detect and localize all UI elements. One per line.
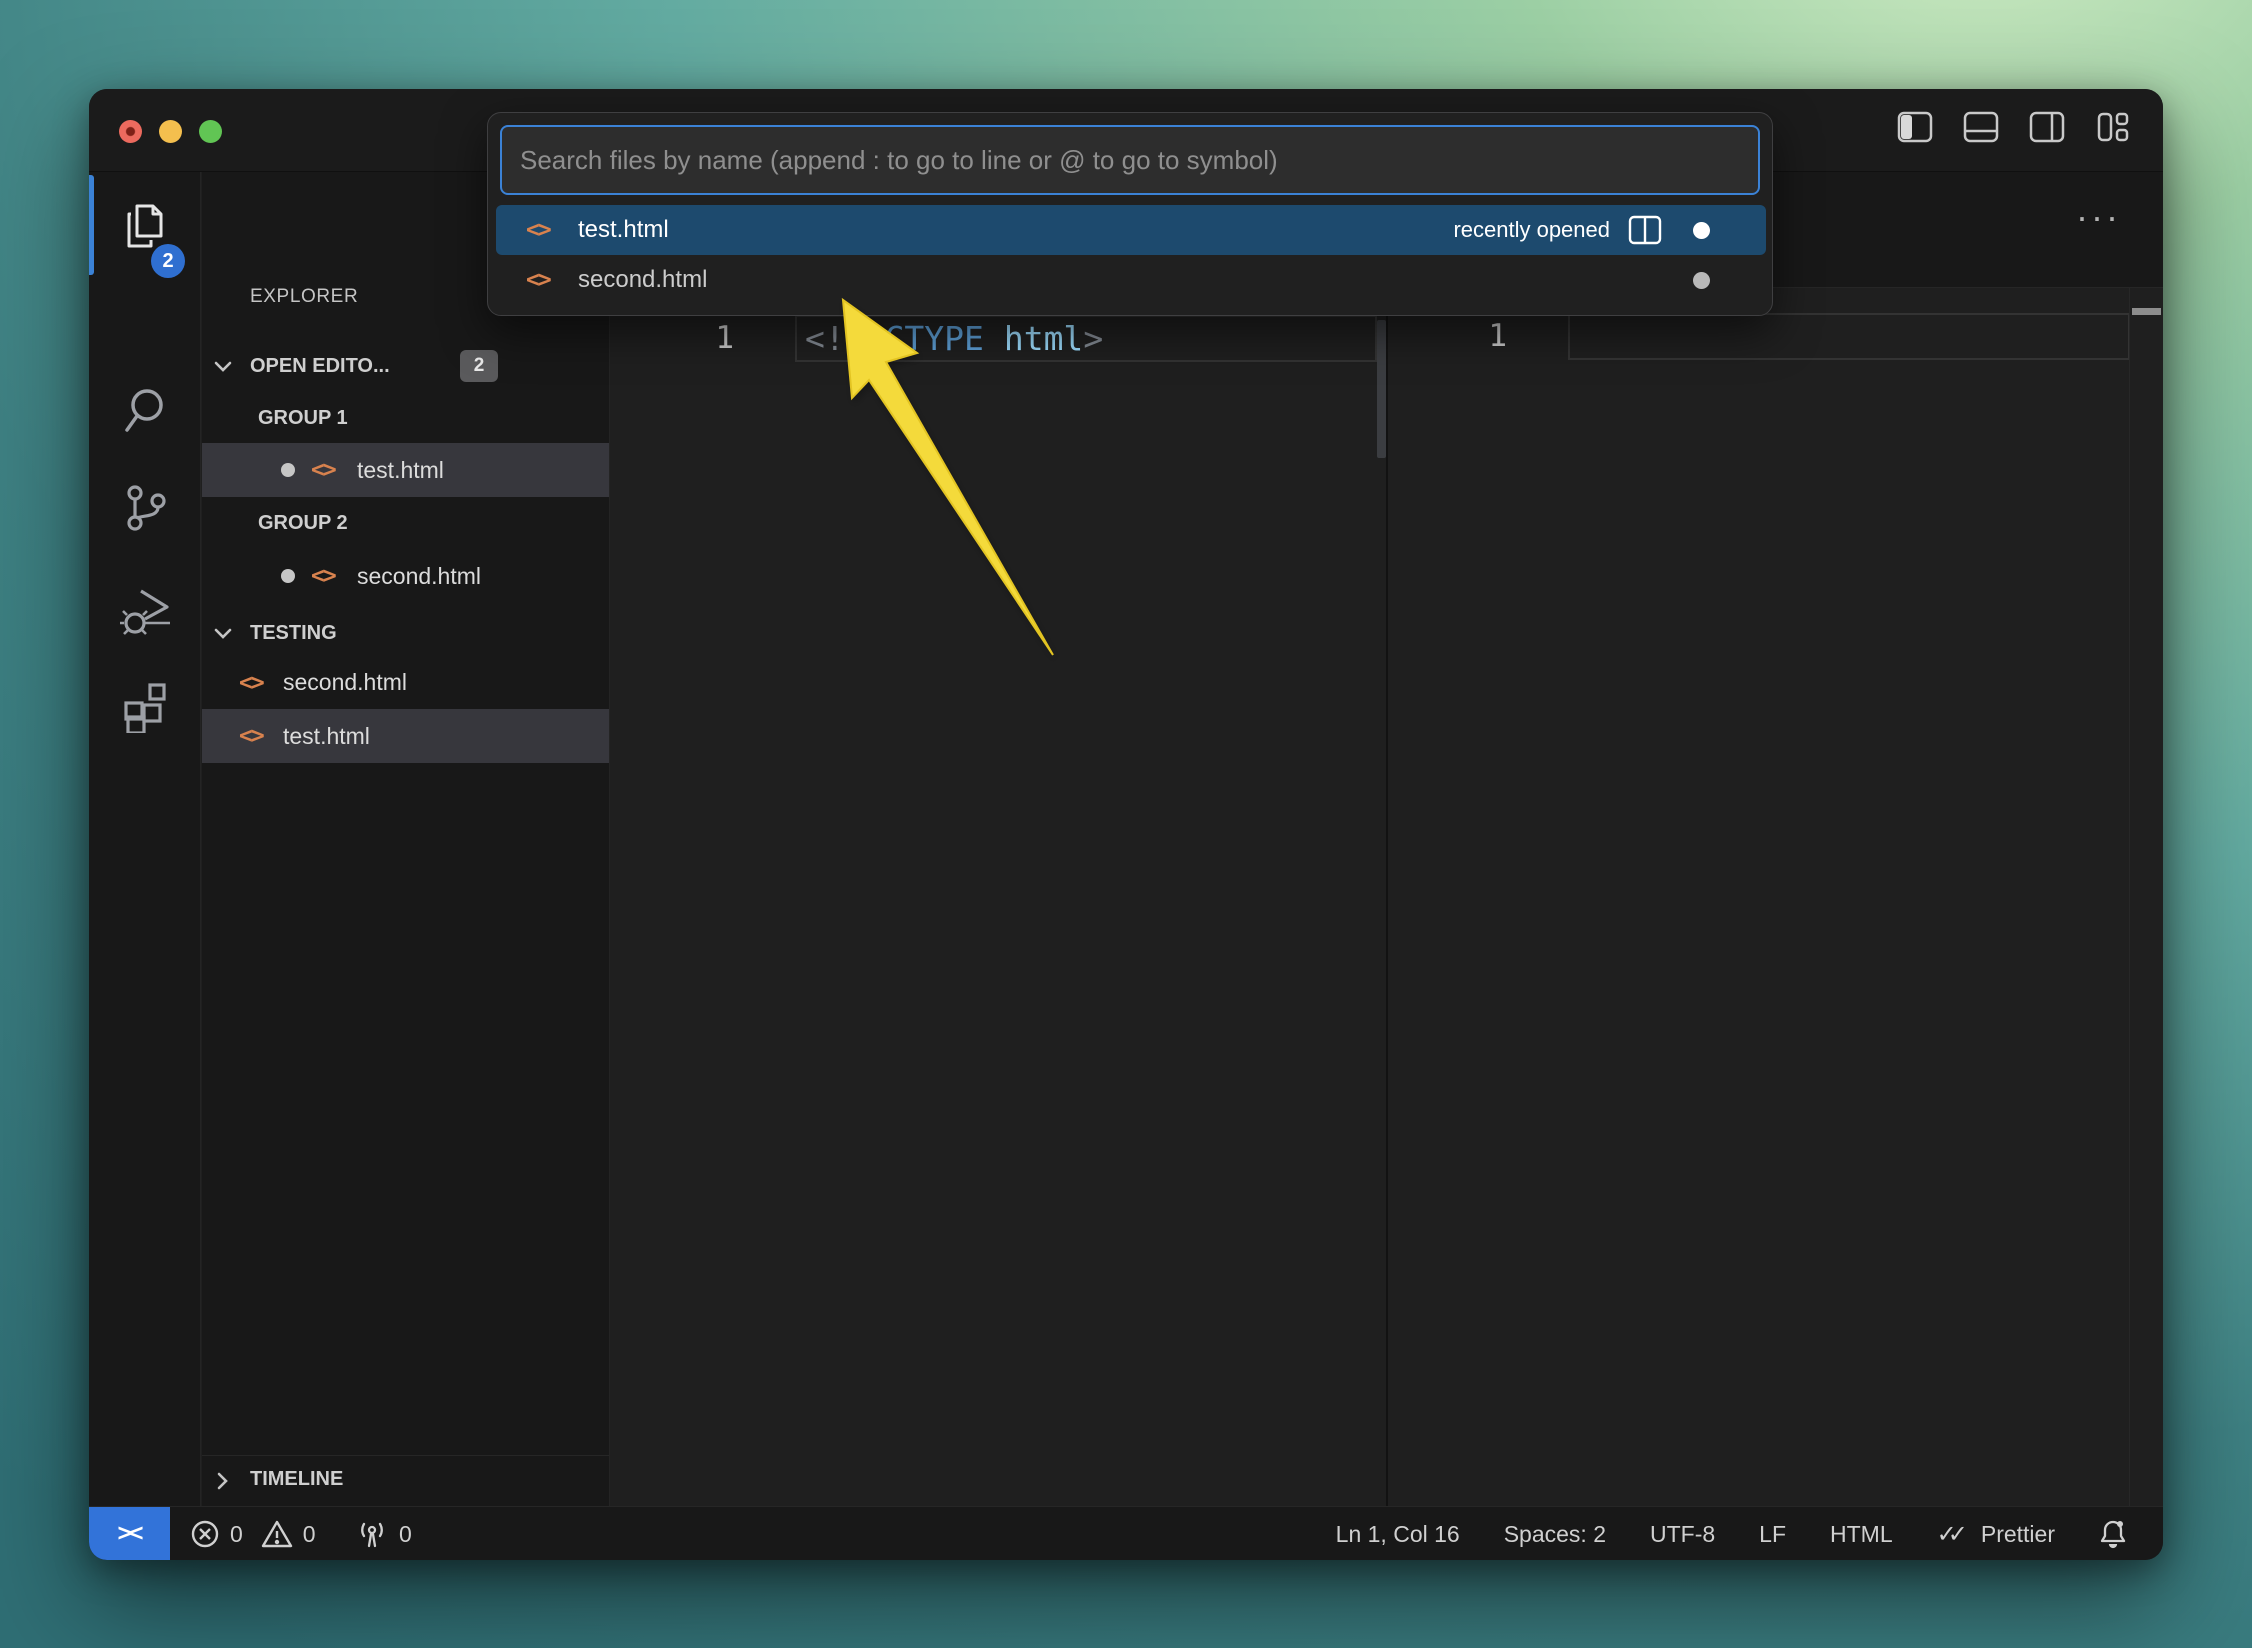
chevron-down-icon bbox=[212, 622, 234, 644]
status-right-items: Ln 1, Col 16 Spaces: 2 UTF-8 LF HTML ✓✓ P… bbox=[1336, 1507, 2127, 1560]
error-count: 0 bbox=[230, 1521, 243, 1548]
zoom-window-button[interactable] bbox=[199, 120, 222, 143]
sidebar-title: EXPLORER bbox=[250, 286, 358, 308]
editor-area: ··· 1 <!DOCTYPE html> 1 bbox=[611, 172, 2163, 1506]
toggle-secondary-sidebar-icon[interactable] bbox=[2027, 107, 2067, 147]
chevron-right-icon bbox=[212, 1470, 234, 1492]
explorer-icon[interactable]: 2 bbox=[89, 186, 201, 266]
layout-controls bbox=[1895, 107, 2133, 147]
status-bar: >< 0 0 0 Ln 1, Col 16 Spaces: 2 UTF-8 LF bbox=[89, 1506, 2163, 1560]
open-editor-item-second[interactable]: <> second.html bbox=[202, 549, 609, 603]
extensions-icon[interactable] bbox=[89, 666, 201, 746]
warning-icon bbox=[261, 1519, 293, 1549]
editor-actions-menu[interactable]: ··· bbox=[2076, 196, 2121, 238]
dirty-indicator-icon bbox=[281, 569, 295, 583]
open-editors-header[interactable]: OPEN EDITO... 2 bbox=[202, 342, 609, 390]
remote-indicator[interactable]: >< bbox=[89, 1507, 170, 1560]
open-editor-file-label: test.html bbox=[357, 457, 444, 484]
indentation-status[interactable]: Spaces: 2 bbox=[1504, 1521, 1606, 1548]
broadcast-tower-icon bbox=[355, 1518, 389, 1550]
toggle-panel-icon[interactable] bbox=[1961, 107, 2001, 147]
dirty-indicator-icon bbox=[1693, 272, 1710, 289]
double-check-icon: ✓✓ bbox=[1937, 1520, 1959, 1549]
ports-count: 0 bbox=[399, 1521, 412, 1548]
tree-item-test-html[interactable]: <> test.html bbox=[202, 709, 609, 763]
dirty-indicator-icon bbox=[1693, 222, 1710, 239]
toggle-primary-sidebar-icon[interactable] bbox=[1895, 107, 1935, 147]
quick-open-result-test-html[interactable]: <> test.html recently opened bbox=[496, 205, 1766, 255]
code-punct: > bbox=[1083, 319, 1103, 358]
editor-group-separator[interactable] bbox=[1386, 172, 1388, 1506]
warning-count: 0 bbox=[303, 1521, 316, 1548]
chevron-down-icon bbox=[212, 355, 234, 377]
tree-file-label: test.html bbox=[283, 723, 370, 750]
ports-status[interactable]: 0 bbox=[355, 1507, 412, 1560]
activity-bar: 2 bbox=[89, 172, 201, 1506]
html-file-icon: <> bbox=[526, 217, 550, 243]
explorer-badge: 2 bbox=[151, 244, 185, 278]
open-to-side-icon[interactable] bbox=[1628, 215, 1662, 245]
html-file-icon: <> bbox=[239, 723, 263, 749]
editor-group2-label: GROUP 2 bbox=[258, 512, 348, 535]
tree-item-second-html[interactable]: <> second.html bbox=[202, 660, 609, 705]
html-file-icon: <> bbox=[239, 670, 263, 696]
current-line-highlight bbox=[1568, 313, 2130, 360]
timeline-label: TIMELINE bbox=[250, 1468, 343, 1491]
dirty-indicator-icon bbox=[281, 463, 295, 477]
formatter-label: Prettier bbox=[1981, 1521, 2055, 1548]
open-editor-file-label: second.html bbox=[357, 563, 481, 590]
problems-status[interactable]: 0 0 bbox=[190, 1507, 316, 1560]
line-number: 1 bbox=[1457, 318, 1507, 354]
close-window-button[interactable] bbox=[119, 120, 142, 143]
html-file-icon: <> bbox=[311, 457, 335, 483]
run-debug-icon[interactable] bbox=[89, 571, 201, 651]
tree-file-label: second.html bbox=[283, 669, 407, 696]
code-line[interactable]: <!DOCTYPE html> bbox=[805, 319, 1103, 358]
formatter-status[interactable]: ✓✓ Prettier bbox=[1937, 1520, 2055, 1549]
error-icon bbox=[190, 1519, 220, 1549]
customize-layout-icon[interactable] bbox=[2093, 107, 2133, 147]
vscode-window: 2 bbox=[89, 89, 2163, 1560]
eol-status[interactable]: LF bbox=[1759, 1521, 1786, 1548]
line-number: 1 bbox=[684, 320, 734, 356]
overview-ruler-cursor-mark bbox=[2132, 308, 2161, 315]
html-file-icon: <> bbox=[526, 267, 550, 293]
open-editor-item-test[interactable]: <> test.html bbox=[202, 443, 609, 497]
editor-scrollbar-thumb[interactable] bbox=[1377, 320, 1386, 458]
code-punct: <! bbox=[805, 319, 845, 358]
explorer-sidebar: EXPLORER OPEN EDITO... 2 GROUP 1 <> test… bbox=[202, 172, 610, 1506]
quick-open-panel: <> test.html recently opened <> second.h… bbox=[487, 112, 1773, 316]
timeline-section-header[interactable]: TIMELINE bbox=[202, 1455, 609, 1506]
open-editors-label: OPEN EDITO... bbox=[250, 355, 390, 378]
cursor-position-status[interactable]: Ln 1, Col 16 bbox=[1336, 1521, 1460, 1548]
minimize-window-button[interactable] bbox=[159, 120, 182, 143]
quick-open-result-second-html[interactable]: <> second.html bbox=[496, 255, 1766, 305]
desktop-background: 2 bbox=[0, 0, 2252, 1648]
source-control-icon[interactable] bbox=[89, 468, 201, 548]
folder-label: TESTING bbox=[250, 622, 337, 645]
code-keyword: DOCTYPE bbox=[845, 319, 984, 358]
encoding-status[interactable]: UTF-8 bbox=[1650, 1521, 1715, 1548]
language-mode-status[interactable]: HTML bbox=[1830, 1521, 1893, 1548]
notifications-bell-icon[interactable] bbox=[2099, 1519, 2127, 1549]
quick-open-search-input[interactable] bbox=[500, 125, 1760, 195]
editor-group1-label: GROUP 1 bbox=[258, 407, 348, 430]
result-meta-label: recently opened bbox=[1453, 217, 1610, 243]
overview-ruler-border bbox=[2129, 288, 2130, 1506]
folder-header-testing[interactable]: TESTING bbox=[202, 611, 609, 655]
result-file-name: test.html bbox=[578, 216, 669, 244]
search-icon[interactable] bbox=[89, 370, 201, 450]
open-editors-badge: 2 bbox=[460, 350, 498, 382]
result-file-name: second.html bbox=[578, 266, 707, 294]
code-attr: html bbox=[1004, 319, 1083, 358]
html-file-icon: <> bbox=[311, 563, 335, 589]
